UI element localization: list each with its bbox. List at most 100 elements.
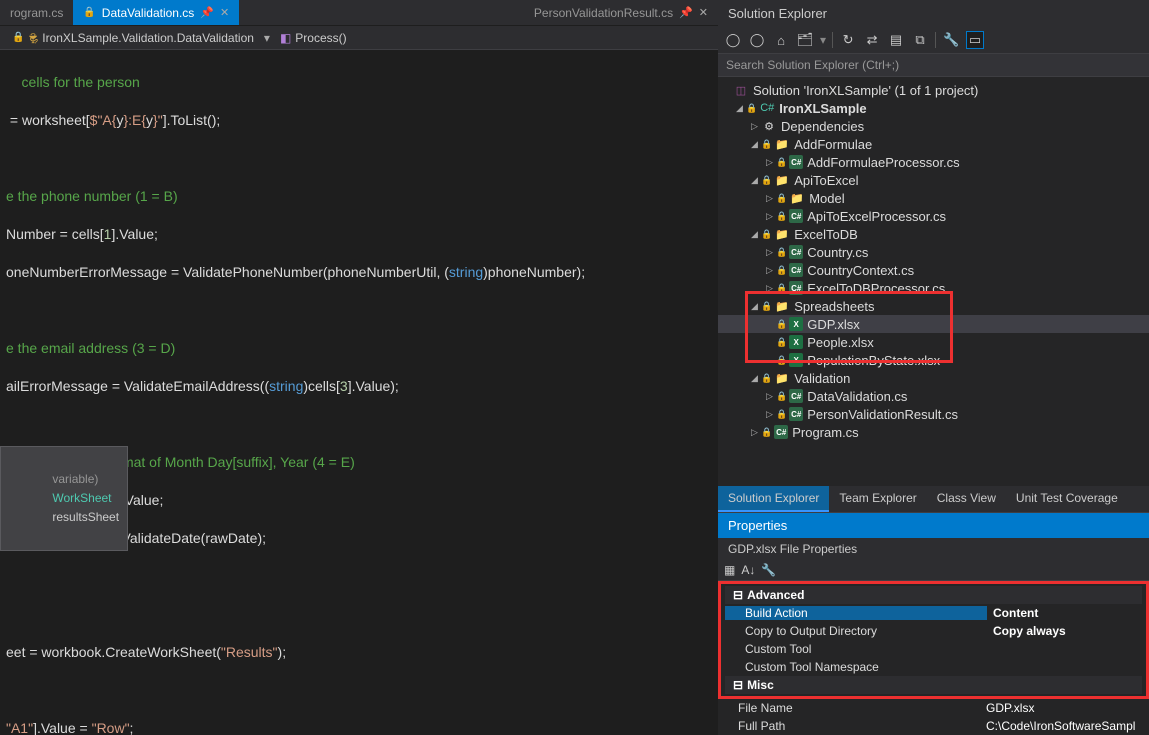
alpha-icon[interactable]: A↓ — [741, 563, 755, 577]
properties-icon[interactable]: 🔧 — [942, 31, 960, 49]
properties-toolbar: ▦ A↓ 🔧 — [718, 560, 1149, 581]
tab-program-cs[interactable]: rogram.cs — [0, 0, 73, 25]
home-icon[interactable]: ⌂ — [772, 31, 790, 49]
prop-category-advanced[interactable]: ⊟Advanced — [725, 586, 1142, 604]
folder-icon: 📁 — [774, 172, 790, 188]
prop-custom-tool-ns[interactable]: Custom Tool Namespace — [725, 658, 1142, 676]
tab-personvalidationresult-cs[interactable]: PersonValidationResult.cs 📌 ✕ — [524, 0, 718, 25]
breadcrumb-namespace[interactable]: 🔒 🕏 IronXLSample.Validation.DataValidati… — [6, 23, 260, 52]
forward-icon[interactable]: ◯ — [748, 31, 766, 49]
pin-icon[interactable]: 📌 — [679, 6, 693, 19]
prop-full-path[interactable]: Full PathC:\Code\IronSoftwareSampl — [718, 717, 1149, 735]
prop-build-action[interactable]: Build ActionContent — [725, 604, 1142, 622]
folder-icon: 📁 — [774, 226, 790, 242]
tree-file[interactable]: ▷🔒C#Country.cs — [718, 243, 1149, 261]
tree-folder-apitoexcel[interactable]: ◢🔒📁ApiToExcel — [718, 171, 1149, 189]
lock-icon: 🔒 — [83, 7, 95, 18]
prop-category-misc[interactable]: ⊟Misc — [725, 676, 1142, 694]
solution-tree[interactable]: ◫Solution 'IronXLSample' (1 of 1 project… — [718, 77, 1149, 486]
tree-file[interactable]: ▷🔒C#DataValidation.cs — [718, 387, 1149, 405]
chevron-right-icon[interactable]: ▷ — [748, 121, 761, 132]
intellisense-tooltip: variable) WorkSheet resultsSheet — [0, 446, 128, 551]
tree-file-population[interactable]: 🔒PopulationByState.xlsx — [718, 351, 1149, 369]
xlsx-icon — [789, 353, 803, 367]
chevron-down-icon[interactable]: ◢ — [733, 103, 746, 114]
collapse-icon[interactable]: ⊟ — [733, 678, 743, 692]
chevron-down-icon[interactable]: ◢ — [748, 373, 761, 384]
chevron-right-icon[interactable]: ▷ — [763, 409, 776, 420]
tree-folder-model[interactable]: ▷🔒📁Model — [718, 189, 1149, 207]
folder-icon: 📁 — [774, 298, 790, 314]
cs-icon: C# — [789, 407, 803, 421]
chevron-right-icon[interactable]: ▷ — [763, 193, 776, 204]
chevron-right-icon[interactable]: ▷ — [763, 157, 776, 168]
show-all-icon[interactable]: ▤ — [887, 31, 905, 49]
cs-icon: C# — [789, 155, 803, 169]
panel-tabs: Solution Explorer Team Explorer Class Vi… — [718, 486, 1149, 513]
xlsx-icon — [789, 335, 803, 349]
sync-icon[interactable]: 🗂 — [796, 31, 814, 49]
tab-team-explorer[interactable]: Team Explorer — [829, 486, 926, 512]
categorized-icon[interactable]: ▦ — [724, 563, 735, 577]
cs-icon: C# — [789, 209, 803, 223]
cs-icon: C# — [789, 263, 803, 277]
wrench-icon[interactable]: 🔧 — [761, 563, 776, 577]
solution-explorer-toolbar: ◯ ◯ ⌂ 🗂 ▾ ↻ ⇄ ▤ ⧉ 🔧 ▭ — [718, 27, 1149, 54]
chevron-down-icon[interactable]: ◢ — [748, 139, 761, 150]
close-icon[interactable]: ✕ — [699, 6, 708, 19]
tree-file[interactable]: ▷🔒C#ApiToExcelProcessor.cs — [718, 207, 1149, 225]
tree-file[interactable]: ▷🔒C#CountryContext.cs — [718, 261, 1149, 279]
dependencies-icon: ⚙ — [761, 118, 777, 134]
tree-solution[interactable]: ◫Solution 'IronXLSample' (1 of 1 project… — [718, 81, 1149, 99]
chevron-right-icon[interactable]: ▷ — [763, 283, 776, 294]
tree-dependencies[interactable]: ▷⚙Dependencies — [718, 117, 1149, 135]
tree-folder-validation[interactable]: ◢🔒📁Validation — [718, 369, 1149, 387]
chevron-down-icon[interactable]: ◢ — [748, 301, 761, 312]
breadcrumb-bar: 🔒 🕏 IronXLSample.Validation.DataValidati… — [0, 26, 718, 50]
tree-file-people[interactable]: 🔒People.xlsx — [718, 333, 1149, 351]
prop-copy-output[interactable]: Copy to Output DirectoryCopy always — [725, 622, 1142, 640]
prop-file-name[interactable]: File NameGDP.xlsx — [718, 699, 1149, 717]
tab-datavalidation-cs[interactable]: 🔒 DataValidation.cs 📌 ✕ — [73, 0, 239, 25]
chevron-down-icon[interactable]: ◢ — [748, 175, 761, 186]
chevron-right-icon[interactable]: ▷ — [763, 391, 776, 402]
refresh-icon[interactable]: ↻ — [839, 31, 857, 49]
tree-file-gdp[interactable]: 🔒GDP.xlsx — [718, 315, 1149, 333]
chevron-right-icon[interactable]: ▷ — [763, 211, 776, 222]
chevron-down-icon[interactable]: ◢ — [748, 229, 761, 240]
tree-folder-spreadsheets[interactable]: ◢🔒📁Spreadsheets — [718, 297, 1149, 315]
tree-file[interactable]: ▷🔒C#AddFormulaeProcessor.cs — [718, 153, 1149, 171]
solution-explorer-search[interactable]: Search Solution Explorer (Ctrl+;) — [718, 54, 1149, 77]
pin-icon[interactable]: 📌 — [200, 6, 214, 19]
breadcrumb-method[interactable]: ◧ Process() — [274, 29, 353, 47]
cs-icon: C# — [789, 281, 803, 295]
cs-icon: C# — [789, 245, 803, 259]
collapse-icon[interactable]: ⊟ — [733, 588, 743, 602]
preview-icon[interactable]: ▭ — [966, 31, 984, 49]
tree-file[interactable]: ▷🔒C#PersonValidationResult.cs — [718, 405, 1149, 423]
tab-class-view[interactable]: Class View — [927, 486, 1006, 512]
properties-grid: ⊟Advanced Build ActionContent Copy to Ou… — [718, 581, 1149, 735]
tree-project[interactable]: ◢🔒C#IronXLSample — [718, 99, 1149, 117]
tree-file[interactable]: ▷🔒C#Program.cs — [718, 423, 1149, 441]
tab-solution-explorer[interactable]: Solution Explorer — [718, 486, 829, 512]
lock-icon: 🔒 — [746, 103, 757, 114]
tree-file[interactable]: ▷🔒C#ExcelToDBProcessor.cs — [718, 279, 1149, 297]
tab-unit-test-coverage[interactable]: Unit Test Coverage — [1006, 486, 1128, 512]
csproj-icon: C# — [759, 100, 775, 116]
properties-subtitle: GDP.xlsx File Properties — [718, 538, 1149, 560]
copy-icon[interactable]: ⧉ — [911, 31, 929, 49]
prop-custom-tool[interactable]: Custom Tool — [725, 640, 1142, 658]
cs-icon: C# — [789, 389, 803, 403]
highlight-box-properties: ⊟Advanced Build ActionContent Copy to Ou… — [718, 581, 1149, 699]
solution-icon: ◫ — [733, 82, 749, 98]
tree-folder-exceltodb[interactable]: ◢🔒📁ExcelToDB — [718, 225, 1149, 243]
tree-folder-addformulae[interactable]: ◢🔒📁AddFormulae — [718, 135, 1149, 153]
code-editor[interactable]: cells for the person = worksheet[$"A{y}:… — [0, 50, 718, 735]
chevron-right-icon[interactable]: ▷ — [763, 247, 776, 258]
back-icon[interactable]: ◯ — [724, 31, 742, 49]
close-icon[interactable]: ✕ — [220, 6, 229, 19]
chevron-right-icon[interactable]: ▷ — [763, 265, 776, 276]
chevron-right-icon[interactable]: ▷ — [748, 427, 761, 438]
collapse-icon[interactable]: ⇄ — [863, 31, 881, 49]
